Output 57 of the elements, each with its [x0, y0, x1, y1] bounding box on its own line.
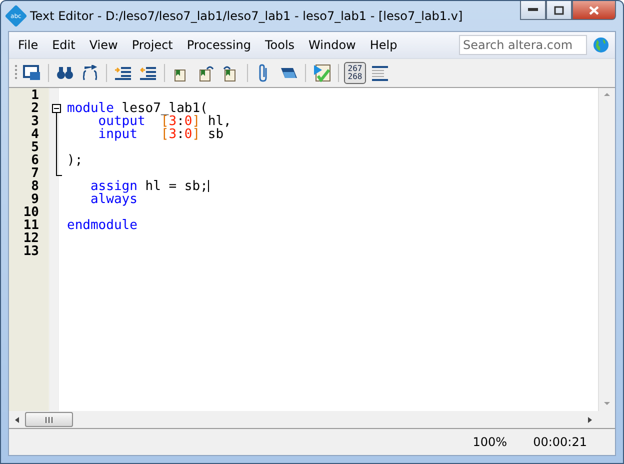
code-line: ); [66, 154, 84, 167]
menu-item[interactable]: Help [362, 38, 404, 52]
window-title: Text Editor - D:/leso7/leso7_lab1/leso7_lab1 - leso7_lab1 - [leso7_lab1.v] [30, 9, 464, 23]
menu-item[interactable]: Tools [258, 38, 302, 52]
code-line: endmodule [66, 219, 138, 232]
lines-icon [372, 65, 388, 81]
zoom-level: 100% [472, 435, 508, 449]
minimize-icon [528, 8, 538, 12]
checkmark-document-icon [313, 64, 331, 82]
line-number: 8 [30, 180, 40, 193]
maximize-button[interactable] [546, 1, 572, 20]
code-line: output [3:0] hl, [97, 115, 232, 128]
binoculars-icon [56, 66, 74, 80]
search-field[interactable]: Search altera.com [459, 35, 587, 55]
globe-icon[interactable] [593, 37, 609, 53]
horizontal-scrollbar[interactable] [9, 411, 598, 428]
line-number: 5 [30, 141, 40, 154]
outdent-icon [140, 66, 156, 80]
line-number: 3 [30, 115, 40, 128]
close-button[interactable] [572, 1, 616, 20]
code-line: always [89, 193, 138, 206]
line-number: 11 [22, 219, 40, 232]
toolbar-grip[interactable] [15, 64, 18, 82]
line-number: 2 [30, 102, 40, 115]
menu-item[interactable]: File [11, 38, 46, 52]
maximize-icon [554, 6, 564, 14]
braces-arrow-icon [82, 65, 98, 81]
code-line: module leso7_lab1( [66, 102, 209, 115]
line-numbers-button[interactable]: 267 268 [344, 62, 366, 84]
line-number: 6 [30, 154, 40, 167]
code-line: assign hl = sb; [89, 180, 210, 193]
line-number: 1 [30, 89, 40, 102]
scroll-left-icon[interactable] [13, 414, 21, 424]
grip-icon [45, 416, 53, 422]
elapsed-time: 00:00:21 [533, 435, 587, 449]
menu-item[interactable]: Project [124, 38, 180, 52]
code-line: input [3:0] sb [97, 128, 225, 141]
menu-item[interactable]: Processing [180, 38, 258, 52]
scroll-thumb[interactable] [25, 412, 73, 427]
toolbar-button[interactable] [311, 62, 333, 84]
line-number: 13 [22, 245, 40, 258]
line-number: 7 [30, 167, 40, 180]
line-number: 4 [30, 128, 40, 141]
line-number: 9 [31, 193, 40, 206]
line-number: 12 [22, 232, 40, 245]
paperclip-icon [258, 64, 270, 82]
fold-toggle-icon[interactable] [51, 102, 62, 115]
minimize-button[interactable] [520, 1, 546, 20]
menu-item[interactable]: Edit [45, 38, 82, 52]
bookmark-icon [197, 64, 215, 82]
menu-item[interactable]: Window [302, 38, 363, 52]
close-icon [589, 6, 599, 14]
indent-icon [115, 66, 131, 80]
line-number: 10 [22, 206, 40, 219]
scroll-right-icon[interactable] [586, 414, 594, 424]
window-icon [23, 65, 41, 81]
menu-item[interactable]: View [82, 38, 125, 52]
